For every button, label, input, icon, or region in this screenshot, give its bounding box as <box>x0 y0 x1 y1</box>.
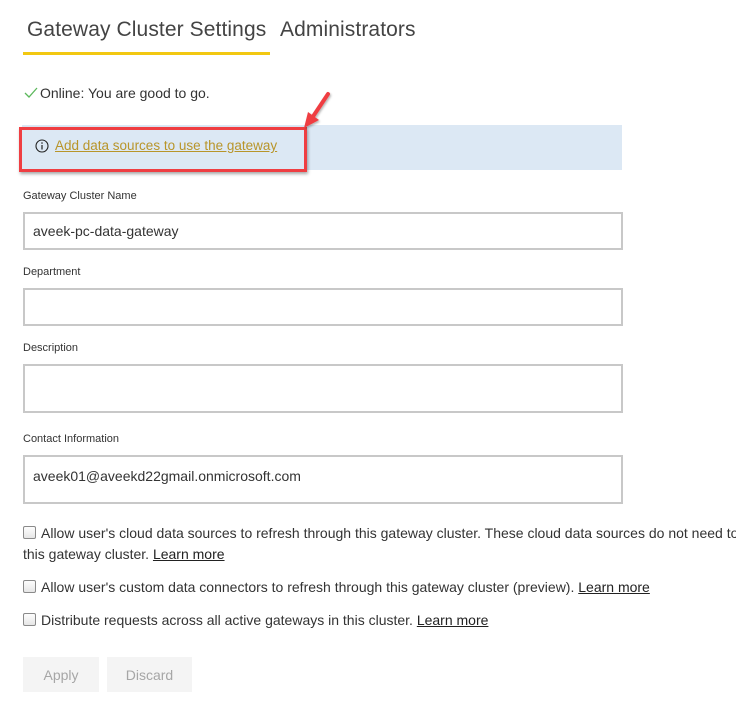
option-cloud-data-sources: Allow user's cloud data sources to refre… <box>23 523 736 565</box>
option-text: Distribute requests across all active ga… <box>41 612 417 628</box>
tab-gateway-cluster-settings[interactable]: Gateway Cluster Settings <box>23 18 271 55</box>
option-text: Allow user's cloud data sources to refre… <box>41 525 736 541</box>
cloud-data-sources-checkbox[interactable] <box>23 526 36 539</box>
info-icon <box>35 138 49 153</box>
checkmark-icon <box>24 87 38 98</box>
distribute-requests-checkbox[interactable] <box>23 613 36 626</box>
department-input[interactable] <box>23 288 623 326</box>
option-text: Allow user's custom data connectors to r… <box>41 579 579 595</box>
description-label: Description <box>23 342 79 354</box>
add-data-sources-link[interactable]: Add data sources to use the gateway <box>55 138 277 153</box>
option-distribute-requests: Distribute requests across all active ga… <box>23 610 488 631</box>
active-tab-indicator <box>23 52 271 55</box>
custom-connectors-checkbox[interactable] <box>23 580 36 593</box>
learn-more-link[interactable]: Learn more <box>417 612 489 628</box>
status-message: Online: You are good to go. <box>23 85 210 101</box>
cluster-name-input[interactable] <box>23 212 623 250</box>
tab-label: Gateway Cluster Settings <box>27 18 267 41</box>
info-banner-content: Add data sources to use the gateway <box>35 138 277 153</box>
apply-button[interactable]: Apply <box>23 657 99 692</box>
contact-info-label: Contact Information <box>23 433 119 445</box>
tab-label: Administrators <box>280 18 416 41</box>
option-custom-connectors: Allow user's custom data connectors to r… <box>23 577 650 598</box>
department-label: Department <box>23 266 81 278</box>
learn-more-link[interactable]: Learn more <box>578 579 650 595</box>
learn-more-link[interactable]: Learn more <box>153 546 225 562</box>
contact-info-input[interactable]: aveek01@aveekd22gmail.onmicrosoft.com <box>23 455 623 504</box>
status-text: Online: You are good to go. <box>40 85 210 101</box>
cluster-name-label: Gateway Cluster Name <box>23 190 137 202</box>
tab-administrators[interactable]: Administrators <box>280 18 416 42</box>
option-text-continued: this gateway cluster. <box>23 546 153 562</box>
description-input[interactable] <box>23 364 623 413</box>
discard-button[interactable]: Discard <box>107 657 192 692</box>
